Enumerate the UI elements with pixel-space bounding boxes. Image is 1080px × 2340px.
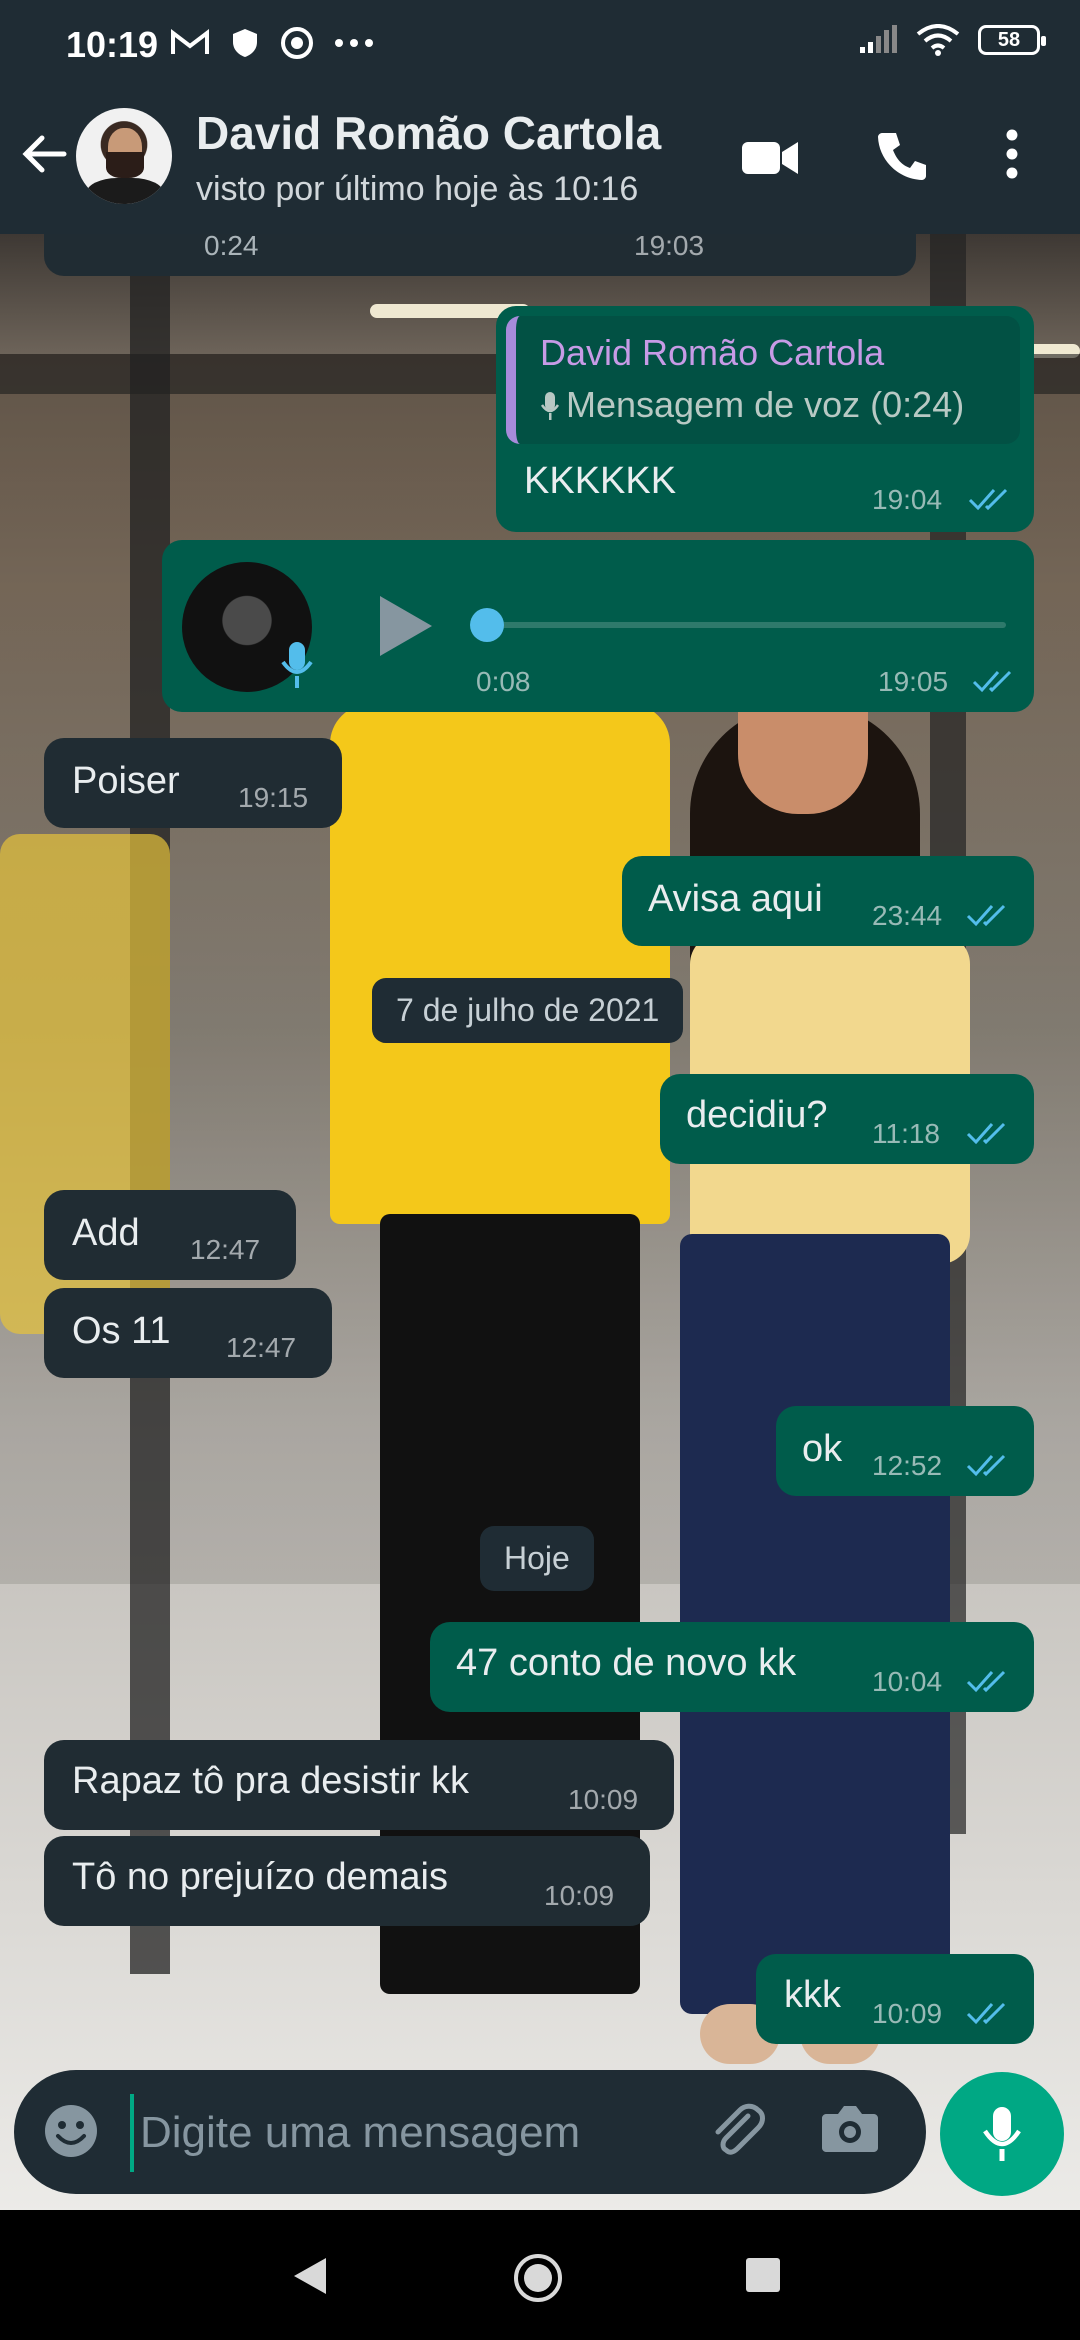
message-time: 12:52 [872,1450,943,1481]
message-text: KKKKKK [524,460,677,502]
quoted-sender: David Romão Cartola [540,332,885,373]
date-separator: 7 de julho de 2021 [372,978,684,1043]
message-time: 12:47 [190,1234,261,1265]
message-text: Os 11 [72,1310,171,1352]
read-ticks-icon [968,488,1008,511]
message-time: 19:04 [872,484,943,515]
notification-icons [170,26,374,60]
read-ticks-icon [966,1670,1006,1693]
emoji-icon[interactable] [40,2100,102,2162]
contact-name[interactable]: David Romão Cartola [196,106,661,160]
battery-icon: 58 [978,25,1046,55]
status-time: 10:19 [66,24,159,65]
system-navigation-bar [0,2210,1080,2340]
read-ticks-icon [966,1454,1006,1477]
mic-icon [540,392,560,420]
date-separator: Hoje [480,1526,594,1591]
message-time: 10:09 [872,1998,943,2029]
message-bubble-incoming[interactable]: Poiser 19:15 [44,738,342,828]
quoted-text: Mensagem de voz (0:24) [566,384,965,425]
back-arrow-icon[interactable] [20,130,68,178]
message-bubble-incoming[interactable]: Add 12:47 [44,1190,296,1280]
message-bubble-incoming[interactable]: Tô no prejuízo demais 10:09 [44,1836,650,1926]
mic-icon [983,2107,1021,2161]
camera-icon[interactable] [820,2100,880,2156]
message-bubble-outgoing[interactable]: ok 12:52 [776,1406,1034,1496]
system-icons: 58 [858,24,1046,56]
battery-level: 58 [997,28,1021,51]
gmail-icon [171,28,209,54]
last-seen-status: visto por último hoje às 10:16 [196,170,639,208]
attach-icon[interactable] [704,2098,768,2162]
message-time: 12:47 [226,1332,297,1363]
phone-icon[interactable] [876,130,928,182]
signal-icon [860,25,897,53]
message-time: 19:15 [238,782,309,813]
wifi-icon [916,24,960,56]
contact-avatar[interactable] [76,108,172,204]
play-icon[interactable] [376,594,434,658]
message-time: 10:09 [544,1880,615,1911]
chat-header: David Romão Cartola visto por último hoj… [0,80,1080,234]
message-text: kkk [784,1974,841,2016]
read-ticks-icon [966,2002,1006,2025]
voice-duration: 0:08 [476,666,531,697]
message-text: ok [802,1428,843,1470]
more-vert-icon[interactable] [1004,128,1020,180]
message-text: Rapaz tô pra desistir kk [72,1760,470,1802]
message-bubble-outgoing[interactable]: 47 conto de novo kk 10:04 [430,1622,1034,1712]
voice-duration: 0:24 [204,230,259,261]
message-time: 10:04 [872,1666,943,1697]
message-composer [14,2070,926,2194]
mic-icon [281,642,313,688]
message-time: 10:09 [568,1784,639,1815]
message-time: 23:44 [872,900,943,931]
audio-progress-track[interactable] [478,622,1006,628]
message-text: decidiu? [686,1094,828,1136]
read-ticks-icon [966,1122,1006,1145]
message-text: Add [72,1212,140,1254]
chat-app-icon [281,27,313,59]
audio-progress-handle[interactable] [470,608,504,642]
nav-back-icon[interactable] [292,2256,328,2296]
read-ticks-icon [966,904,1006,927]
message-time: 19:05 [878,666,949,697]
message-bubble-incoming[interactable]: Rapaz tô pra desistir kk 10:09 [44,1740,674,1830]
message-text: Poiser [72,760,180,802]
read-ticks-icon [972,670,1012,693]
message-bubble-incoming[interactable]: Os 11 12:47 [44,1288,332,1378]
message-text: Tô no prejuízo demais [72,1856,448,1898]
mic-button[interactable] [940,2072,1064,2196]
message-bubble-outgoing[interactable]: decidiu? 11:18 [660,1074,1034,1164]
message-bubble-outgoing[interactable]: kkk 10:09 [756,1954,1034,2044]
message-text: Avisa aqui [648,878,823,920]
message-input[interactable] [130,2094,702,2172]
voice-message-outgoing[interactable]: 0:08 19:05 [162,540,1034,712]
quoted-message[interactable]: David Romão Cartola Mensagem de voz (0:2… [506,316,1020,444]
more-notifications-icon [335,39,373,47]
video-call-icon[interactable] [742,138,798,178]
message-time: 11:18 [872,1118,940,1149]
shield-icon [233,29,257,57]
message-time: 19:03 [634,230,705,261]
nav-recents-icon[interactable] [746,2258,780,2292]
message-text: 47 conto de novo kk [456,1642,797,1684]
message-bubble-outgoing[interactable]: David Romão Cartola Mensagem de voz (0:2… [496,306,1034,532]
message-bubble-outgoing[interactable]: Avisa aqui 23:44 [622,856,1034,946]
status-bar: 10:19 58 [0,0,1080,80]
nav-home-icon[interactable] [512,2252,564,2304]
